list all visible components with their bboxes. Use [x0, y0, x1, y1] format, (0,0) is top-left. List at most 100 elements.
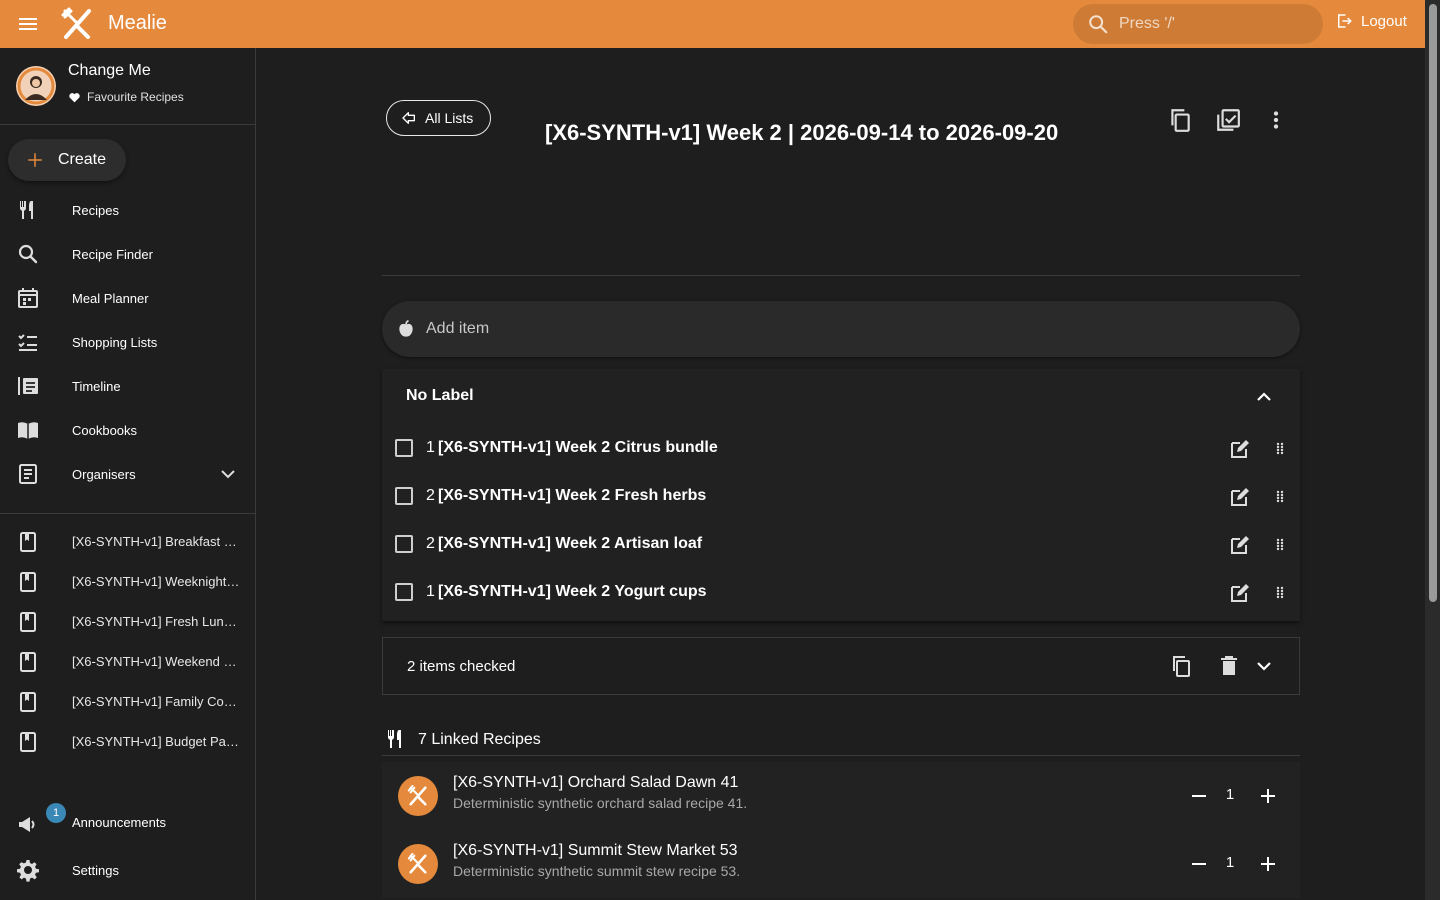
- chevron-up-icon[interactable]: [1252, 385, 1276, 409]
- app-bar: Mealie Logout: [0, 0, 1425, 48]
- logout-button[interactable]: Logout: [1335, 12, 1407, 30]
- edit-icon[interactable]: [1228, 485, 1252, 509]
- scrollbar-thumb[interactable]: [1429, 4, 1437, 602]
- all-lists-button[interactable]: All Lists: [386, 100, 491, 136]
- bookmark-book-icon: [20, 692, 36, 712]
- sidebar-item-recipes[interactable]: Recipes: [0, 188, 255, 232]
- check-all-icon[interactable]: [1215, 107, 1241, 133]
- edit-icon[interactable]: [1228, 533, 1252, 557]
- sidebar-cookbook-item[interactable]: [X6-SYNTH-v1] Breakfast Boosters: [0, 522, 255, 562]
- more-vertical-icon[interactable]: [1263, 107, 1289, 133]
- minus-icon[interactable]: [1187, 852, 1211, 876]
- timeline-icon: [18, 377, 38, 395]
- sidebar-item-settings[interactable]: Settings: [0, 848, 255, 892]
- plus-icon[interactable]: [1256, 784, 1280, 808]
- sidebar-cookbook-item[interactable]: [X6-SYNTH-v1] Fresh Lunches: [0, 602, 255, 642]
- recipe-thumbnail: [398, 776, 438, 816]
- cookbook-label: [X6-SYNTH-v1] Weeknight Wins: [72, 574, 242, 589]
- sidebar-item-cookbooks[interactable]: Cookbooks: [0, 408, 255, 452]
- announcements-badge: 1: [46, 803, 66, 823]
- user-name[interactable]: Change Me: [68, 62, 151, 80]
- logout-icon: [1338, 14, 1352, 28]
- sidebar-item-label: Meal Planner: [72, 290, 149, 306]
- announcements-icon-wrap: 1: [16, 803, 66, 836]
- favourite-recipes-link[interactable]: Favourite Recipes: [68, 90, 184, 104]
- favourite-recipes-label: Favourite Recipes: [87, 90, 184, 104]
- search-icon: [1089, 15, 1108, 34]
- item-checkbox[interactable]: [395, 439, 413, 457]
- recipe-name[interactable]: [X6-SYNTH-v1] Orchard Salad Dawn 41: [453, 774, 738, 792]
- drag-handle-icon[interactable]: [1268, 581, 1292, 605]
- sidebar-item-shopping-lists[interactable]: Shopping Lists: [0, 320, 255, 364]
- chevron-down-icon[interactable]: [216, 462, 240, 486]
- item-quantity: 1: [426, 583, 435, 600]
- fork-knife-icon: [20, 201, 33, 219]
- search-box[interactable]: [1073, 4, 1323, 44]
- recipe-description: Deterministic synthetic orchard salad re…: [453, 795, 748, 811]
- add-item-input[interactable]: [426, 320, 1226, 338]
- create-button[interactable]: Create: [8, 139, 126, 181]
- page-title: [X6-SYNTH-v1] Week 2 | 2026-09-14 to 202…: [545, 120, 1059, 145]
- sidebar-item-meal-planner[interactable]: Meal Planner: [0, 276, 255, 320]
- bookmark-book-icon: [20, 652, 36, 672]
- sidebar-item-label: Settings: [72, 862, 119, 878]
- sidebar-divider: [0, 513, 255, 514]
- linked-recipe-row[interactable]: [X6-SYNTH-v1] Summit Stew Market 53 Dete…: [382, 830, 1300, 898]
- plus-icon[interactable]: [1256, 852, 1280, 876]
- item-name: [X6-SYNTH-v1] Week 2 Fresh herbs: [438, 487, 707, 504]
- recipe-count: 1: [1225, 854, 1235, 871]
- shopping-item-row: 2 [X6-SYNTH-v1] Week 2 Fresh herbs: [382, 473, 1300, 521]
- drag-handle-icon[interactable]: [1268, 485, 1292, 509]
- checked-items-summary: 2 items checked: [407, 658, 516, 675]
- copy-icon[interactable]: [1169, 654, 1193, 678]
- avatar[interactable]: [16, 66, 56, 106]
- calendar-icon: [18, 288, 38, 308]
- linked-recipes-label: 7 Linked Recipes: [418, 731, 541, 748]
- item-checkbox[interactable]: [395, 535, 413, 553]
- item-name: [X6-SYNTH-v1] Week 2 Artisan loaf: [438, 535, 703, 552]
- search-icon: [18, 244, 38, 264]
- page-scrollbar[interactable]: [1425, 0, 1440, 900]
- chevron-down-icon[interactable]: [1252, 654, 1276, 678]
- sidebar-cookbook-item[interactable]: [X6-SYNTH-v1] Weeknight Wins: [0, 562, 255, 602]
- mealie-logo-icon[interactable]: [60, 7, 94, 41]
- search-input[interactable]: [1119, 15, 1309, 33]
- checklist-icon: [18, 334, 37, 351]
- sidebar-item-organisers[interactable]: Organisers: [0, 452, 255, 496]
- trash-icon[interactable]: [1217, 654, 1241, 678]
- item-checkbox[interactable]: [395, 487, 413, 505]
- sidebar-item-label: Shopping Lists: [72, 334, 158, 350]
- edit-icon[interactable]: [1228, 437, 1252, 461]
- fork-knife-icon: [388, 730, 401, 748]
- drag-handle-icon[interactable]: [1268, 437, 1292, 461]
- linked-recipe-row[interactable]: [X6-SYNTH-v1] Orchard Salad Dawn 41 Dete…: [382, 762, 1300, 830]
- label-group-title[interactable]: No Label: [406, 387, 474, 405]
- sidebar-item-label: Cookbooks: [72, 422, 138, 438]
- recipe-thumbnail: [398, 844, 438, 884]
- cookbook-label: [X6-SYNTH-v1] Family Comforts: [72, 694, 242, 709]
- copy-icon[interactable]: [1167, 107, 1193, 133]
- plus-icon: [28, 153, 42, 167]
- sidebar-item-timeline[interactable]: Timeline: [0, 364, 255, 408]
- sidebar-item-recipe-finder[interactable]: Recipe Finder: [0, 232, 255, 276]
- minus-icon[interactable]: [1187, 784, 1211, 808]
- gear-icon: [17, 860, 39, 882]
- sidebar-cookbook-item[interactable]: [X6-SYNTH-v1] Weekend Feasts: [0, 642, 255, 682]
- recipe-name[interactable]: [X6-SYNTH-v1] Summit Stew Market 53: [453, 842, 738, 860]
- menu-icon[interactable]: [16, 12, 40, 36]
- sidebar-cookbook-item[interactable]: [X6-SYNTH-v1] Family Comforts: [0, 682, 255, 722]
- utensils-icon: [407, 785, 427, 806]
- shopping-item-row: 1 [X6-SYNTH-v1] Week 2 Citrus bundle: [382, 425, 1300, 473]
- linked-recipes-header: 7 Linked Recipes: [382, 727, 1300, 756]
- add-item-field[interactable]: [382, 301, 1300, 357]
- edit-icon[interactable]: [1228, 581, 1252, 605]
- cookbook-label: [X6-SYNTH-v1] Weekend Feasts: [72, 654, 242, 669]
- item-checkbox[interactable]: [395, 583, 413, 601]
- sidebar-item-announcements[interactable]: 1 Announcements: [0, 800, 255, 844]
- avatar-image-icon: [16, 66, 56, 106]
- bookmark-book-icon: [20, 572, 36, 592]
- logout-label: Logout: [1361, 12, 1407, 30]
- drag-handle-icon[interactable]: [1268, 533, 1292, 557]
- sidebar-cookbook-item[interactable]: [X6-SYNTH-v1] Budget Pantry: [0, 722, 255, 762]
- app-name[interactable]: Mealie: [108, 12, 167, 35]
